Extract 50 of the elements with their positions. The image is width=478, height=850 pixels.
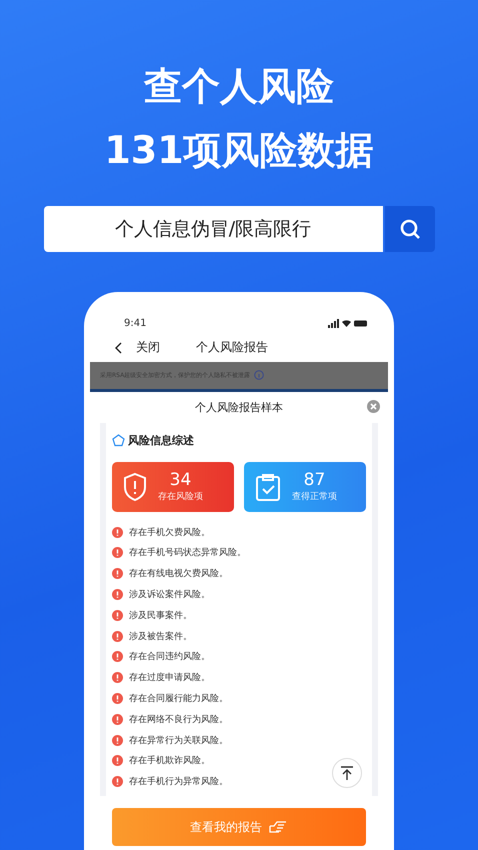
stat-label: 存在风险项 (158, 490, 203, 504)
status-time: 9:41 (124, 318, 146, 329)
warning-icon (112, 692, 123, 704)
warning-icon (112, 588, 123, 600)
sheet-title: 个人风险报告样本 (195, 400, 283, 415)
info-icon (254, 370, 264, 380)
risk-item: 存在有线电视欠费风险。 (129, 568, 228, 580)
risk-item: 存在异常行为关联风险。 (129, 734, 228, 746)
risk-item: 存在手机欠费风险。 (129, 526, 210, 539)
risk-item: 存在过度申请风险。 (129, 672, 210, 684)
warning-icon (112, 776, 123, 788)
scroll-top-button[interactable] (332, 758, 362, 788)
search-icon (398, 217, 422, 241)
arrow-up-icon (339, 765, 355, 781)
risk-item: 存在手机欺诈风险。 (129, 754, 210, 768)
status-icons (328, 319, 368, 328)
stat-value: 87 (302, 470, 326, 490)
section-title: 风险信息综述 (128, 432, 194, 448)
pentagon-icon (112, 434, 125, 447)
risk-item: 涉及被告案件。 (129, 630, 192, 643)
risk-item: 存在合同履行能力风险。 (129, 692, 228, 705)
stat-value: 34 (168, 470, 192, 490)
close-icon[interactable] (367, 400, 380, 413)
risk-item: 存在手机号码状态异常风险。 (129, 546, 246, 560)
headline: 131项风险数据 (104, 127, 374, 174)
risk-item: 涉及诉讼案件风险。 (129, 588, 210, 601)
risk-item: 存在合同违约风险。 (129, 650, 210, 664)
warning-icon (112, 734, 123, 746)
clipboard-check-icon (254, 472, 282, 502)
warning-icon (112, 651, 123, 662)
risk-item: 存在网络不良行为风险。 (129, 714, 228, 726)
risk-item: 涉及民事案件。 (129, 609, 192, 622)
back-icon (114, 342, 122, 354)
headline: 查个人风险 (144, 63, 334, 110)
warning-icon (112, 714, 123, 725)
warning-icon (112, 630, 123, 642)
warning-icon (112, 547, 123, 558)
page-title: 个人风险报告 (196, 339, 268, 356)
warning-icon (112, 610, 123, 621)
shield-icon (122, 472, 148, 502)
warning-icon (112, 755, 123, 766)
warning-icon (112, 568, 123, 580)
warning-icon (112, 526, 123, 538)
close-link[interactable]: 关闭 (136, 339, 160, 356)
stat-label: 查得正常项 (292, 490, 337, 504)
search-field[interactable]: 个人信息伪冒/限高限行 (44, 206, 382, 252)
search-button[interactable] (384, 206, 434, 252)
pointing-hand-icon (268, 820, 288, 834)
risk-item: 存在手机行为异常风险。 (129, 776, 228, 788)
warning-icon (112, 672, 123, 684)
